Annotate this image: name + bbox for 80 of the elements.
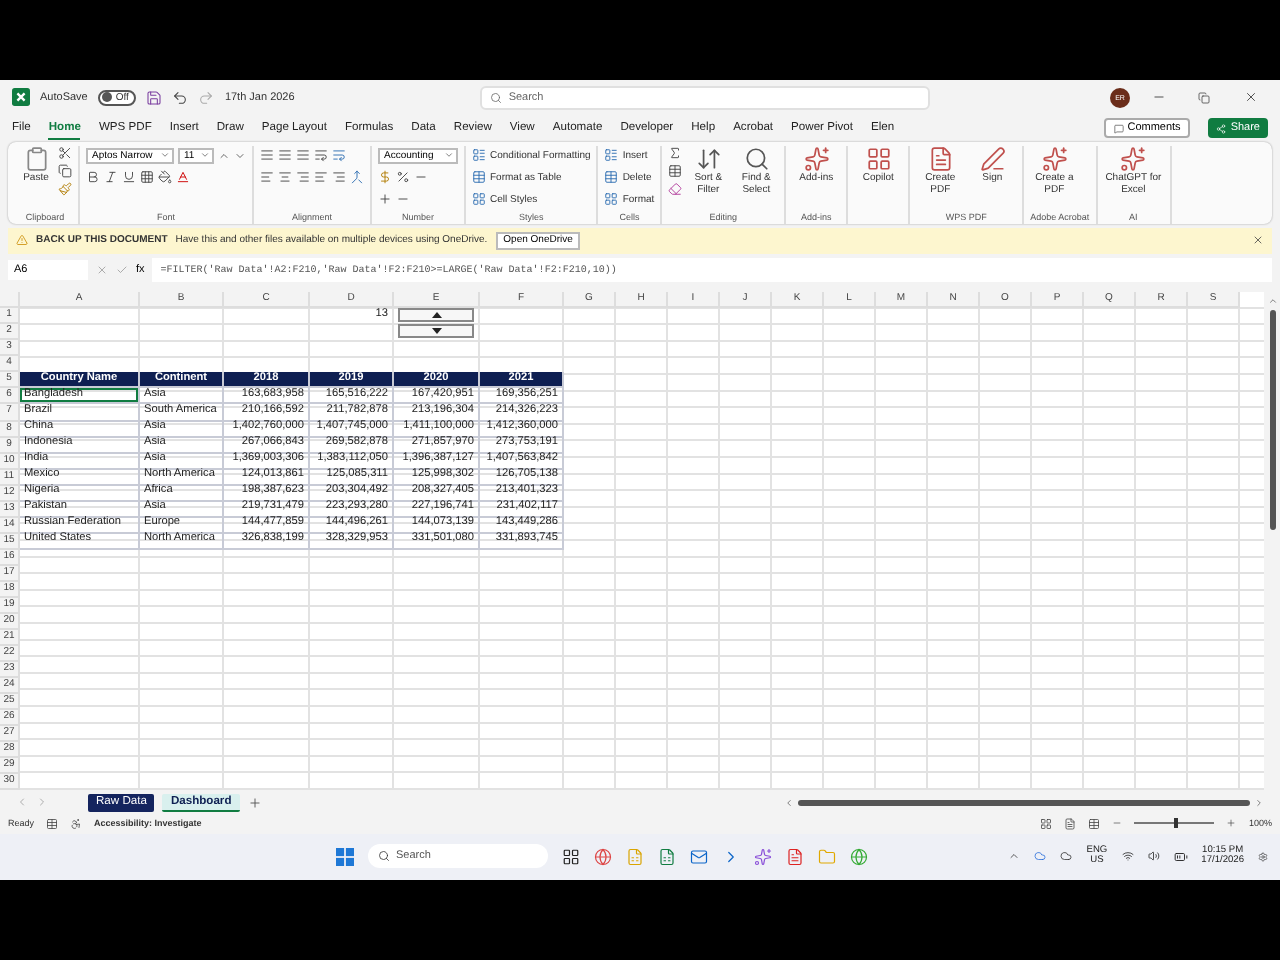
share-icon[interactable] [1216, 123, 1227, 134]
merge-icon[interactable] [350, 170, 364, 185]
browser-icon[interactable] [850, 847, 868, 866]
save-icon[interactable] [146, 89, 163, 106]
command-icon[interactable] [927, 146, 954, 173]
italic-icon[interactable] [104, 170, 118, 185]
search-icon[interactable] [743, 146, 770, 173]
eraser-icon[interactable] [668, 182, 683, 197]
speaker-icon[interactable] [1147, 850, 1160, 863]
cancel-icon[interactable] [96, 264, 108, 277]
grid-icon[interactable] [472, 148, 486, 163]
align-bottom-icon[interactable] [296, 148, 310, 163]
grid-icon[interactable] [604, 170, 619, 185]
align-right-icon[interactable] [296, 170, 310, 185]
sort-icon[interactable] [695, 146, 722, 173]
scrollbar-thumb[interactable] [798, 799, 1250, 806]
bold-icon[interactable] [86, 170, 100, 185]
undo-icon[interactable] [172, 89, 189, 106]
command-icon[interactable] [865, 146, 892, 173]
grid-icon[interactable] [472, 192, 486, 207]
spin-up-button[interactable] [398, 308, 474, 323]
arrow-app-icon[interactable] [722, 847, 740, 866]
add-sheet-icon[interactable] [247, 795, 262, 810]
close-icon[interactable] [1243, 90, 1257, 105]
normal-view-icon[interactable] [1040, 817, 1053, 830]
close-icon[interactable] [1252, 234, 1264, 247]
tray-expand-icon[interactable] [1008, 850, 1021, 863]
format-painter-icon[interactable] [58, 182, 72, 197]
spreadsheet-icon[interactable] [626, 847, 644, 866]
windows-logo[interactable] [336, 847, 354, 866]
command-icon[interactable] [1041, 146, 1068, 173]
scroll-left-icon[interactable] [784, 797, 794, 808]
align-left-icon[interactable] [260, 170, 274, 185]
caret-icon[interactable] [200, 150, 210, 161]
caret-icon[interactable] [160, 150, 170, 161]
align-middle-icon[interactable] [278, 148, 292, 163]
excel-logo [12, 88, 30, 107]
borders-icon[interactable] [140, 170, 154, 185]
browser-icon[interactable] [594, 847, 612, 866]
sum-icon[interactable] [668, 146, 683, 161]
restore-icon[interactable] [1198, 91, 1210, 104]
grid-icon[interactable] [604, 192, 619, 207]
copy-icon[interactable] [58, 164, 72, 179]
comment-icon[interactable] [1113, 123, 1124, 134]
enter-icon[interactable] [116, 264, 128, 277]
zoom-in-icon[interactable] [1226, 818, 1237, 829]
scroll-right-icon[interactable] [1254, 797, 1264, 808]
page-layout-icon[interactable] [1064, 817, 1077, 830]
command-icon[interactable] [803, 146, 830, 173]
grid-icon[interactable] [472, 170, 486, 185]
caret-icon[interactable] [444, 150, 454, 161]
accessibility-icon[interactable] [70, 817, 83, 830]
document-app-icon[interactable] [786, 847, 804, 866]
percent-icon[interactable] [396, 170, 410, 185]
underline-icon[interactable] [122, 170, 136, 185]
battery-icon[interactable] [1173, 849, 1188, 864]
down-triangle-icon [431, 328, 441, 335]
command-icon[interactable] [979, 146, 1006, 173]
folder-icon[interactable] [818, 847, 836, 866]
mail-icon[interactable] [690, 847, 708, 866]
task-view-icon[interactable] [562, 847, 580, 866]
search-icon[interactable] [378, 850, 390, 863]
clipboard-icon[interactable] [23, 146, 49, 173]
scroll-up-icon[interactable] [1267, 296, 1277, 307]
command-icon[interactable] [1120, 146, 1147, 173]
up-triangle-icon [431, 312, 441, 319]
grid-icon[interactable] [604, 148, 619, 163]
excel-icon[interactable] [658, 847, 676, 866]
spin-down-button[interactable] [398, 324, 474, 339]
fill-color-icon[interactable] [158, 170, 172, 185]
wrap-text-icon[interactable] [332, 148, 346, 163]
align-center-icon[interactable] [278, 170, 292, 185]
scrollbar-thumb[interactable] [1269, 310, 1275, 531]
cut-icon[interactable] [58, 146, 72, 161]
wifi-icon[interactable] [1121, 850, 1134, 863]
increase-decimal-icon[interactable] [378, 192, 392, 207]
font-color-icon[interactable] [176, 170, 190, 185]
align-top-icon[interactable] [260, 148, 274, 163]
warning-icon[interactable] [16, 234, 28, 247]
copilot-icon[interactable] [754, 847, 772, 866]
